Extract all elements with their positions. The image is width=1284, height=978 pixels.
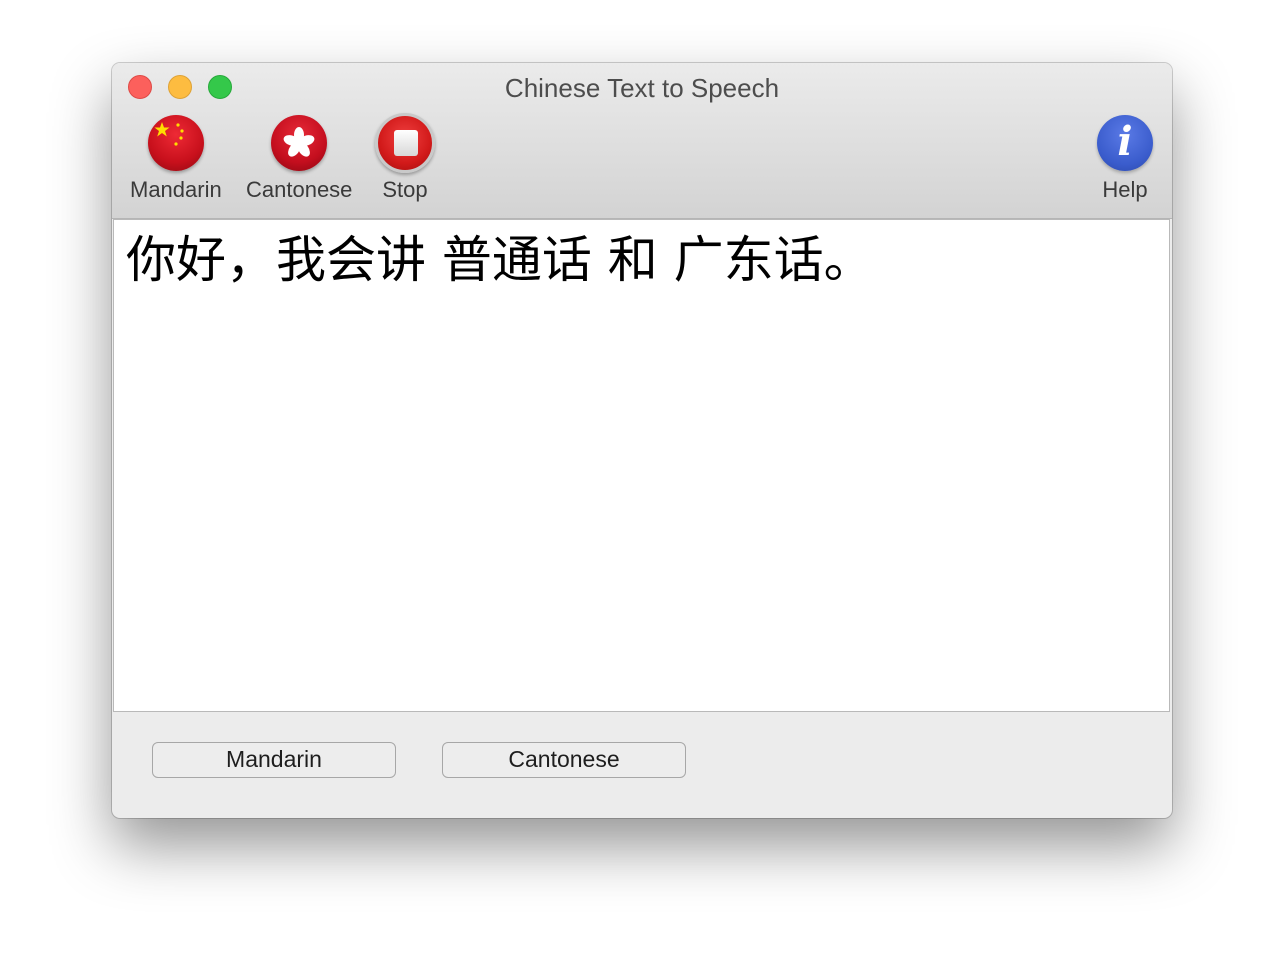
toolbar-cantonese-button[interactable]: Cantonese: [246, 115, 352, 203]
toolbar-stop-button[interactable]: Stop: [375, 113, 435, 203]
toolbar-stop-label: Stop: [382, 177, 428, 202]
toolbar-help-label: Help: [1102, 177, 1148, 202]
info-icon: i: [1097, 115, 1153, 171]
toolbar-cantonese-label: Cantonese: [246, 177, 353, 202]
title-bar-toolbar: Chinese Text to Speech Mandarin Cantones…: [112, 63, 1172, 219]
toolbar-mandarin-button[interactable]: Mandarin: [130, 115, 222, 203]
editor-text-content[interactable]: 你好，我会讲 普通话 和 广东话。: [126, 220, 874, 292]
text-editor[interactable]: 你好，我会讲 普通话 和 广东话。: [113, 219, 1170, 712]
stop-icon: [375, 113, 435, 173]
china-flag-icon: [147, 115, 204, 171]
app-window: Chinese Text to Speech Mandarin Cantones…: [112, 63, 1172, 818]
window-title: Chinese Text to Speech: [504, 73, 780, 103]
toolbar-mandarin-label: Mandarin: [130, 177, 222, 202]
speak-mandarin-button[interactable]: Mandarin: [152, 742, 396, 778]
hong-kong-flag-icon: [271, 115, 328, 171]
speak-cantonese-button[interactable]: Cantonese: [442, 742, 686, 778]
toolbar-help-button[interactable]: i Help: [1097, 115, 1153, 203]
